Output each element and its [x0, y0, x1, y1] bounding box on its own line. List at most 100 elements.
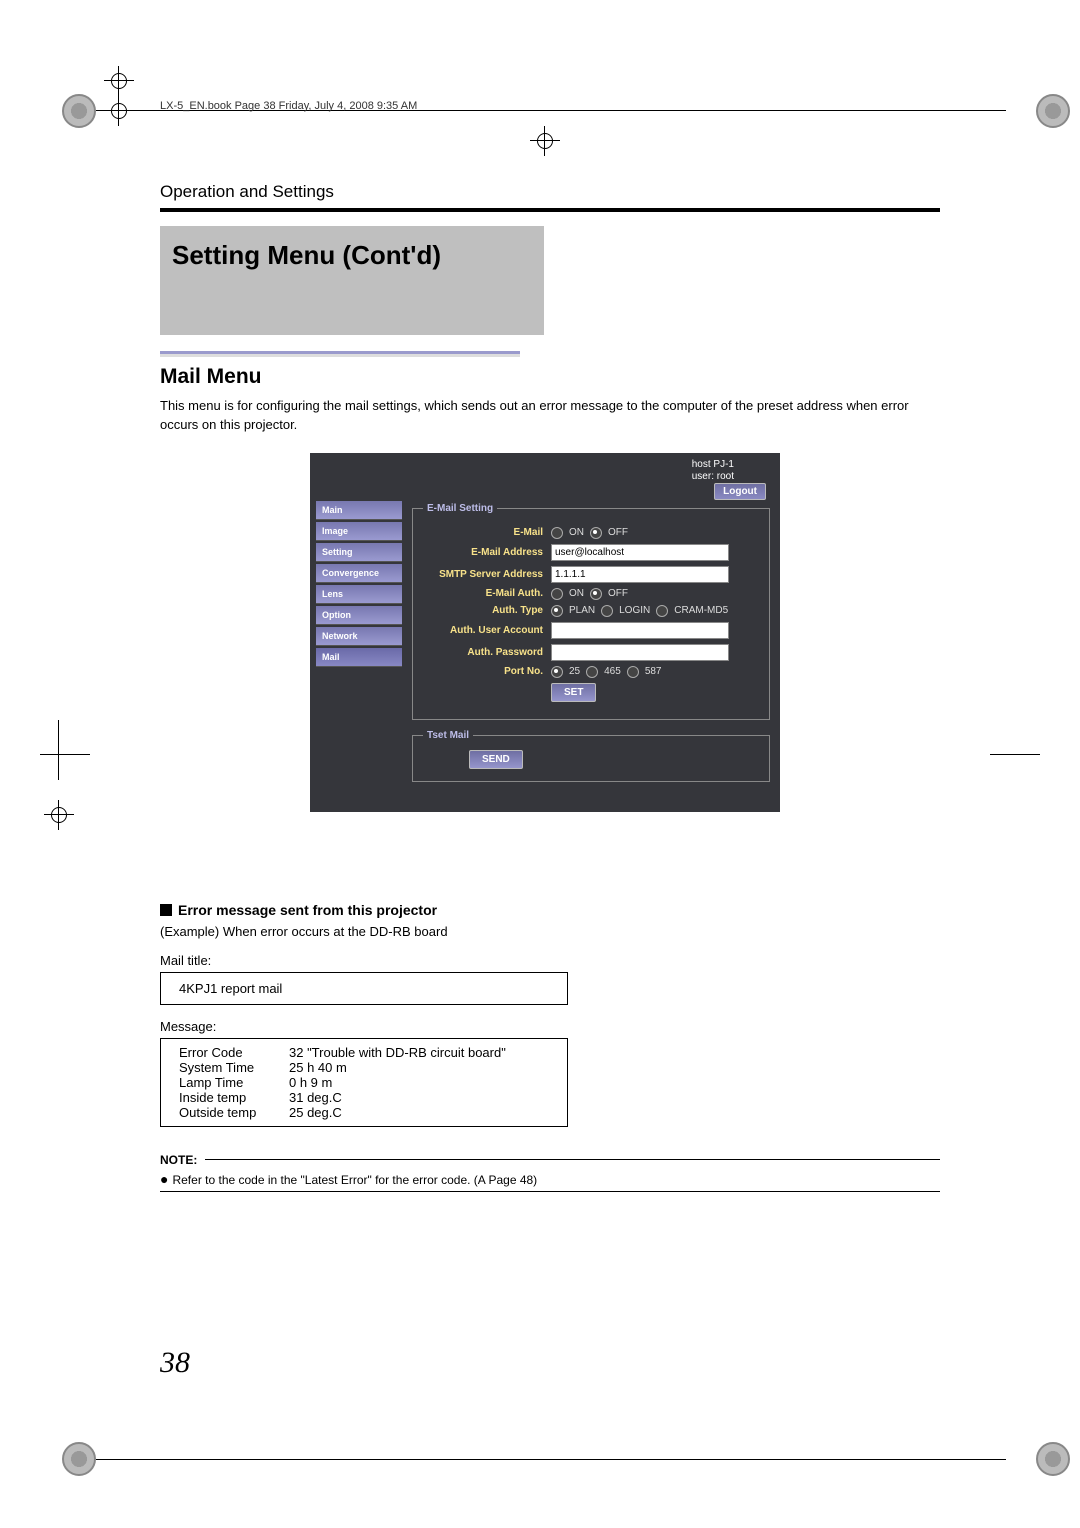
form-area: E-Mail Setting E-Mail ON OFF E-Mail Addr…: [402, 499, 780, 792]
nav-item-network[interactable]: Network: [316, 627, 402, 646]
test-mail-fieldset: Tset Mail SEND: [412, 730, 770, 782]
crop-circle: [62, 1442, 96, 1476]
error-heading-text: Error message sent from this projector: [178, 902, 437, 918]
radio-label-auth-off: OFF: [608, 588, 628, 599]
radio-label-cram: CRAM-MD5: [674, 605, 728, 616]
crop-line: [990, 754, 1040, 755]
msg-key: Error Code: [179, 1045, 289, 1060]
message-row: Outside temp25 deg.C: [179, 1105, 549, 1120]
label-port: Port No.: [423, 666, 551, 677]
nav-item-setting[interactable]: Setting: [316, 543, 402, 562]
set-button[interactable]: SET: [551, 683, 596, 702]
row-auth-type: Auth. Type PLAN LOGIN CRAM-MD5: [423, 605, 759, 617]
msg-val: 31 deg.C: [289, 1090, 342, 1105]
message-row: System Time25 h 40 m: [179, 1060, 549, 1075]
radio-label-465: 465: [604, 666, 621, 677]
crop-target: [104, 66, 134, 96]
crop-line: [40, 754, 90, 755]
logout-button[interactable]: Logout: [714, 483, 766, 500]
msg-val: 32 "Trouble with DD-RB circuit board": [289, 1045, 506, 1060]
radio-authtype-cram[interactable]: [656, 605, 668, 617]
sub-rule: [160, 351, 520, 357]
fieldset-legend-test: Tset Mail: [423, 730, 473, 741]
radio-auth-on[interactable]: [551, 588, 563, 600]
nav-item-option[interactable]: Option: [316, 606, 402, 625]
msg-key: System Time: [179, 1060, 289, 1075]
msg-key: Lamp Time: [179, 1075, 289, 1090]
input-password[interactable]: [551, 644, 729, 661]
user-label: user: root: [692, 471, 734, 482]
note-end-line: [160, 1191, 940, 1192]
input-email-address[interactable]: [551, 544, 729, 561]
note-line: [205, 1159, 940, 1160]
msg-val: 25 deg.C: [289, 1105, 342, 1120]
row-email: E-Mail ON OFF: [423, 527, 759, 539]
fieldset-legend-email: E-Mail Setting: [423, 503, 497, 514]
nav-item-lens[interactable]: Lens: [316, 585, 402, 604]
radio-port-465[interactable]: [586, 666, 598, 678]
message-row: Lamp Time0 h 9 m: [179, 1075, 549, 1090]
label-auth-type: Auth. Type: [423, 605, 551, 616]
msg-key: Outside temp: [179, 1105, 289, 1120]
crop-line: [58, 720, 59, 780]
subsection-title: Mail Menu: [160, 365, 940, 389]
msg-val: 0 h 9 m: [289, 1075, 332, 1090]
radio-authtype-plan[interactable]: [551, 605, 563, 617]
radio-label-plan: PLAN: [569, 605, 595, 616]
crop-line: [96, 1459, 1006, 1460]
radio-email-on[interactable]: [551, 527, 563, 539]
label-user-account: Auth. User Account: [423, 625, 551, 636]
divider: [160, 208, 940, 212]
input-smtp[interactable]: [551, 566, 729, 583]
radio-label-auth-on: ON: [569, 588, 584, 599]
crop-circle: [62, 94, 96, 128]
input-user-account[interactable]: [551, 622, 729, 639]
message-row: Error Code32 "Trouble with DD-RB circuit…: [179, 1045, 549, 1060]
radio-label-25: 25: [569, 666, 580, 677]
label-email-address: E-Mail Address: [423, 547, 551, 558]
error-heading: Error message sent from this projector: [160, 902, 940, 918]
send-button[interactable]: SEND: [469, 750, 523, 769]
row-email-address: E-Mail Address: [423, 544, 759, 561]
panel-body: Main Image Setting Convergence Lens Opti…: [310, 499, 780, 792]
note-heading: NOTE:: [160, 1153, 940, 1167]
label-email-auth: E-Mail Auth.: [423, 588, 551, 599]
row-user-account: Auth. User Account: [423, 622, 759, 639]
nav-item-main[interactable]: Main: [316, 501, 402, 520]
nav-item-image[interactable]: Image: [316, 522, 402, 541]
radio-email-off[interactable]: [590, 527, 602, 539]
crop-circle: [1036, 94, 1070, 128]
crop-target: [44, 800, 74, 830]
mail-menu-panel: host PJ-1 user: root Logout Main Image S…: [310, 453, 780, 812]
row-email-auth: E-Mail Auth. ON OFF: [423, 588, 759, 600]
host-label: host PJ-1: [692, 459, 734, 470]
running-header: LX-5_EN.book Page 38 Friday, July 4, 200…: [160, 100, 940, 112]
radio-label-login: LOGIN: [619, 605, 650, 616]
row-password: Auth. Password: [423, 644, 759, 661]
crop-circle: [1036, 1442, 1070, 1476]
note-label: NOTE:: [160, 1153, 197, 1167]
radio-port-587[interactable]: [627, 666, 639, 678]
message-row: Inside temp31 deg.C: [179, 1090, 549, 1105]
radio-port-25[interactable]: [551, 666, 563, 678]
label-password: Auth. Password: [423, 647, 551, 658]
radio-auth-off[interactable]: [590, 588, 602, 600]
label-email: E-Mail: [423, 527, 551, 538]
msg-key: Inside temp: [179, 1090, 289, 1105]
example-line: (Example) When error occurs at the DD-RB…: [160, 924, 940, 939]
crop-line: [118, 96, 119, 126]
crop-target: [104, 96, 134, 126]
square-bullet-icon: [160, 904, 172, 916]
page-title: Setting Menu (Cont'd): [172, 240, 532, 271]
nav-item-convergence[interactable]: Convergence: [316, 564, 402, 583]
mail-title-box: 4KPJ1 report mail: [160, 972, 568, 1005]
nav-item-mail[interactable]: Mail: [316, 648, 402, 667]
radio-label-587: 587: [645, 666, 662, 677]
status-bar: host PJ-1 user: root Logout: [310, 453, 780, 499]
mail-title-label: Mail title:: [160, 953, 940, 968]
radio-label-on: ON: [569, 527, 584, 538]
email-setting-fieldset: E-Mail Setting E-Mail ON OFF E-Mail Addr…: [412, 503, 770, 720]
radio-authtype-login[interactable]: [601, 605, 613, 617]
message-label: Message:: [160, 1019, 940, 1034]
note-text: Refer to the code in the "Latest Error" …: [172, 1173, 537, 1187]
